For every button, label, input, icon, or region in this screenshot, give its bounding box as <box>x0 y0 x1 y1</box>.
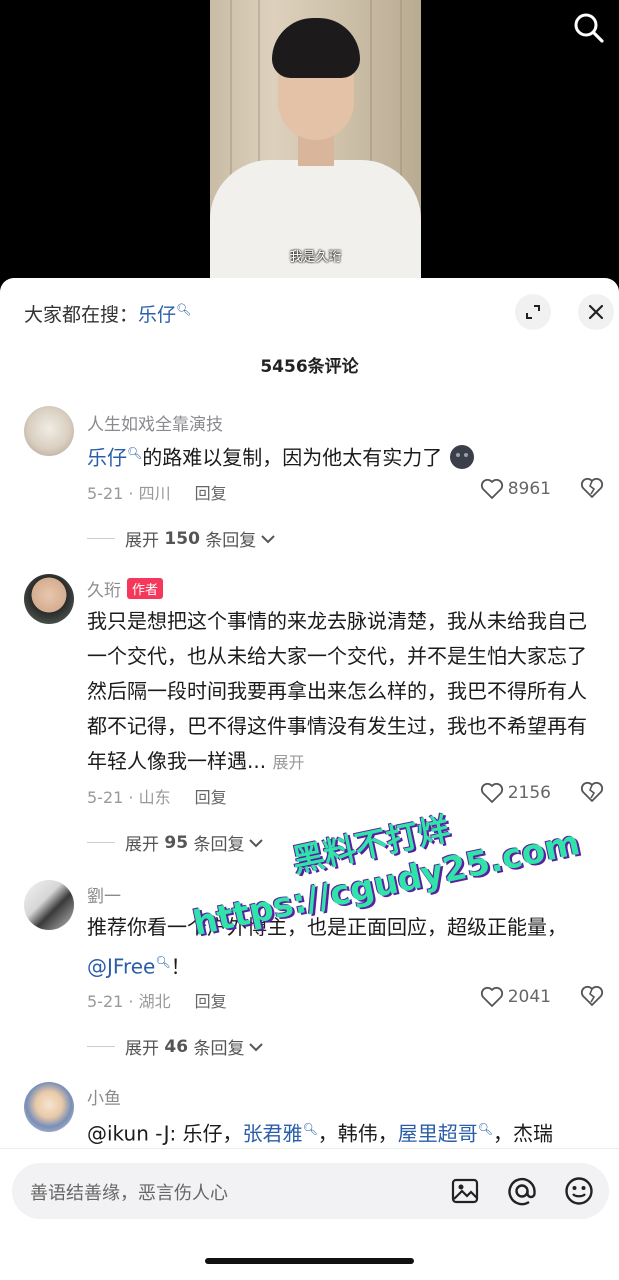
avatar[interactable] <box>24 574 74 624</box>
comment-text: 推荐你看一个户外博主，也是正面回应，超级正能量，@JFree🔍︎！ <box>87 915 567 979</box>
comment-username[interactable]: 小鱼 <box>87 1084 121 1109</box>
broken-heart-icon <box>580 781 604 802</box>
avatar[interactable] <box>24 1082 74 1132</box>
search-mini-icon: 🔍︎ <box>127 446 143 460</box>
video-player[interactable]: 我是久珩 <box>0 0 619 300</box>
comment-meta: 5-21 · 山东 回复 <box>87 784 227 808</box>
like-count: 8961 <box>507 479 551 499</box>
comment-count: 5456条评论 <box>260 357 359 377</box>
trending-search[interactable]: 大家都在搜：乐仔🔍︎ <box>24 300 191 327</box>
divider <box>0 1148 619 1149</box>
dislike-button[interactable] <box>579 780 605 808</box>
keyword-link[interactable]: 乐仔 <box>87 446 127 470</box>
comment-text: 我只是想把这个事情的来龙去脉说清楚，我从未给我自己一个交代，也从未给大家一个交代… <box>87 609 587 773</box>
like-button[interactable]: 2041 <box>480 986 551 1008</box>
search-mini-icon: 🔍︎ <box>155 955 171 969</box>
expand-text-button[interactable]: 展开 <box>272 753 304 772</box>
at-mention-icon[interactable] <box>506 1175 538 1207</box>
avatar[interactable] <box>24 406 74 456</box>
like-count: 2041 <box>507 987 551 1007</box>
home-indicator <box>205 1258 414 1264</box>
like-count: 2156 <box>507 783 551 803</box>
dislike-button[interactable] <box>579 476 605 504</box>
comment-date-location: 5-21 · 四川 <box>87 484 171 503</box>
search-mini-icon: 🔍︎ <box>176 302 192 317</box>
heart-icon <box>480 782 503 803</box>
avatar[interactable] <box>24 880 74 930</box>
comment-meta: 5-21 · 四川 回复 <box>87 480 227 504</box>
chevron-down-icon <box>249 1042 264 1051</box>
comment-input-placeholder: 善语结善缘，恶言伤人心 <box>30 1183 228 1204</box>
comment-input[interactable]: 善语结善缘，恶言伤人心 <box>12 1163 609 1219</box>
chevron-down-icon <box>249 838 264 847</box>
search-icon[interactable] <box>571 10 607 46</box>
dislike-button[interactable] <box>579 984 605 1012</box>
video-frame: 我是久珩 <box>210 0 421 290</box>
emoji-icon[interactable] <box>563 1175 595 1207</box>
trending-label: 大家都在搜： <box>24 304 139 326</box>
reply-button[interactable]: 回复 <box>195 788 227 807</box>
trending-keyword[interactable]: 乐仔 <box>138 304 176 326</box>
heart-icon <box>480 986 503 1007</box>
like-button[interactable]: 2156 <box>480 782 551 804</box>
broken-heart-icon <box>580 477 604 498</box>
broken-heart-icon <box>580 985 604 1006</box>
keyword-link[interactable]: 屋里超哥 <box>398 1122 478 1146</box>
person-body <box>210 160 421 290</box>
comment-text: 乐仔🔍︎的路难以复制，因为他太有实力了 <box>87 436 592 476</box>
mention-link[interactable]: @JFree <box>87 955 155 979</box>
comment-sheet: 大家都在搜：乐仔🔍︎ 5456条评论 人生如戏全靠演技 乐仔🔍︎的路难以复制，因… <box>0 278 619 1280</box>
reply-button[interactable]: 回复 <box>195 484 227 503</box>
comment-meta: 5-21 · 湖北 回复 <box>87 988 227 1012</box>
expand-replies-button[interactable]: 展开 150 条回复 <box>87 526 276 551</box>
close-icon <box>588 304 604 320</box>
expand-sheet-button[interactable] <box>515 294 551 330</box>
expand-icon <box>526 305 540 319</box>
expand-replies-button[interactable]: 展开 46 条回复 <box>87 1034 264 1059</box>
comment-username[interactable]: 劉一 <box>87 882 121 907</box>
emoji-icon <box>449 444 474 469</box>
like-button[interactable]: 8961 <box>480 478 551 500</box>
expand-replies-button[interactable]: 展开 95 条回复 <box>87 830 264 855</box>
reply-button[interactable]: 回复 <box>195 992 227 1011</box>
comment-text: @ikun -J: 乐仔，张君雅🔍︎，韩伟，屋里超哥🔍︎，杰瑞 <box>87 1121 554 1146</box>
image-icon[interactable] <box>449 1175 481 1207</box>
comment-username[interactable]: 人生如戏全靠演技 <box>87 410 223 435</box>
keyword-link[interactable]: 张君雅 <box>243 1122 303 1146</box>
author-badge: 作者 <box>127 578 164 599</box>
chevron-down-icon <box>261 534 276 543</box>
comment-date-location: 5-21 · 湖北 <box>87 992 171 1011</box>
comment-username[interactable]: 久珩 作者 <box>87 576 164 601</box>
close-button[interactable] <box>578 294 614 330</box>
comment-date-location: 5-21 · 山东 <box>87 788 171 807</box>
video-subtitle: 我是久珩 <box>289 250 342 265</box>
heart-icon <box>480 478 503 499</box>
